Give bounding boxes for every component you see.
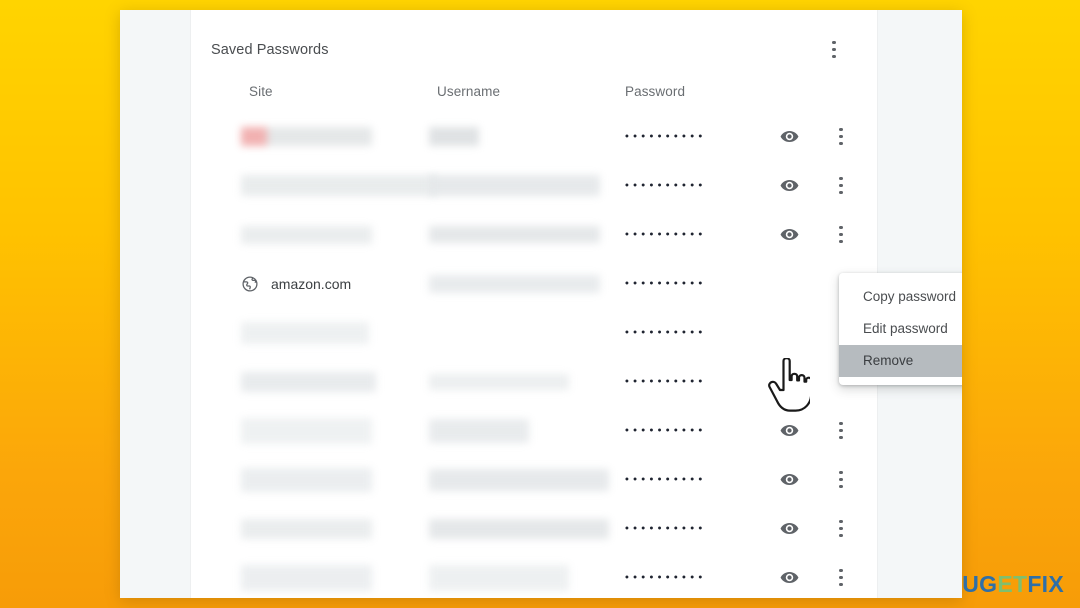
redacted-site-value <box>241 372 376 392</box>
redacted-site-value <box>241 127 372 146</box>
eye-icon[interactable] <box>777 566 801 590</box>
redacted-username-value <box>429 175 600 196</box>
masked-password-value: •••••••••• <box>625 326 707 338</box>
eye-icon[interactable] <box>777 125 801 149</box>
watermark-ugetfix: UGETFIX <box>962 571 1064 598</box>
column-header-username: Username <box>437 84 501 99</box>
kebab-menu-icon[interactable] <box>831 125 851 149</box>
row-context-menu[interactable]: Copy password Edit password Remove <box>839 273 962 385</box>
kebab-menu-icon[interactable] <box>831 223 851 247</box>
masked-password-value: •••••••••• <box>625 228 707 240</box>
watermark-part-1: UG <box>962 571 998 597</box>
table-row[interactable]: •••••••••• <box>191 406 877 455</box>
card-header: Saved Passwords <box>191 10 877 72</box>
kebab-menu-icon[interactable] <box>831 174 851 198</box>
kebab-menu-icon[interactable] <box>823 38 845 62</box>
table-row[interactable]: amazon.com •••••••••• <box>191 259 877 308</box>
watermark-part-2: ET <box>997 571 1028 597</box>
masked-password-value: •••••••••• <box>625 424 707 436</box>
redacted-username-value <box>429 469 609 491</box>
page-title: Saved Passwords <box>211 42 329 58</box>
redacted-site-value <box>241 226 372 244</box>
column-header-password: Password <box>625 84 686 99</box>
redacted-site-value <box>241 519 372 539</box>
eye-icon[interactable] <box>777 468 801 492</box>
table-row[interactable]: •••••••••• <box>191 112 877 161</box>
table-row[interactable]: •••••••••• <box>191 553 877 598</box>
redacted-site-value <box>241 175 437 196</box>
masked-password-value: •••••••••• <box>625 473 707 485</box>
table-row[interactable]: •••••••••• <box>191 210 877 259</box>
eye-icon[interactable] <box>777 174 801 198</box>
kebab-menu-icon[interactable] <box>831 566 851 590</box>
redacted-username-value <box>429 419 529 443</box>
redacted-site-value <box>241 322 369 344</box>
table-row[interactable]: •••••••••• <box>191 308 877 357</box>
eye-icon[interactable] <box>777 223 801 247</box>
menu-item-remove[interactable]: Remove <box>839 345 962 377</box>
redacted-site-value <box>241 468 372 492</box>
redacted-username-value <box>429 127 479 146</box>
table-row[interactable]: •••••••••• <box>191 161 877 210</box>
redacted-username-value <box>429 226 600 243</box>
kebab-menu-icon[interactable] <box>831 468 851 492</box>
table-row[interactable]: •••••••••• <box>191 357 877 406</box>
masked-password-value: •••••••••• <box>625 522 707 534</box>
watermark-part-3: FIX <box>1027 571 1064 597</box>
masked-password-value: •••••••••• <box>625 571 707 583</box>
globe-icon <box>241 275 259 293</box>
table-row[interactable]: •••••••••• <box>191 455 877 504</box>
site-name: amazon.com <box>271 275 352 292</box>
settings-left-gutter <box>120 10 190 598</box>
redacted-username-value <box>429 275 600 293</box>
masked-password-value: •••••••••• <box>625 179 707 191</box>
menu-item-copy-password[interactable]: Copy password <box>839 281 962 313</box>
eye-icon[interactable] <box>777 517 801 541</box>
saved-passwords-card: Saved Passwords Site Username Password •… <box>190 10 878 598</box>
masked-password-value: •••••••••• <box>625 277 707 289</box>
password-table-body: •••••••••• •••••••••• •••••••••• amazon.com… <box>191 112 877 598</box>
table-row[interactable]: •••••••••• <box>191 504 877 553</box>
redacted-site-value <box>241 418 372 444</box>
eye-icon[interactable] <box>777 419 801 443</box>
browser-window: Saved Passwords Site Username Password •… <box>120 10 962 598</box>
screenshot-stage: Saved Passwords Site Username Password •… <box>0 0 1080 608</box>
table-column-headers: Site Username Password <box>191 72 877 112</box>
masked-password-value: •••••••••• <box>625 130 707 142</box>
masked-password-value: •••••••••• <box>625 375 707 387</box>
menu-item-edit-password[interactable]: Edit password <box>839 313 962 345</box>
redacted-username-value <box>429 519 609 539</box>
column-header-site: Site <box>249 84 273 99</box>
redacted-username-value <box>429 565 569 591</box>
kebab-menu-icon[interactable] <box>831 419 851 443</box>
redacted-site-value <box>241 565 372 591</box>
kebab-menu-icon[interactable] <box>831 517 851 541</box>
redacted-username-value <box>429 374 569 390</box>
site-cell: amazon.com <box>241 275 351 293</box>
